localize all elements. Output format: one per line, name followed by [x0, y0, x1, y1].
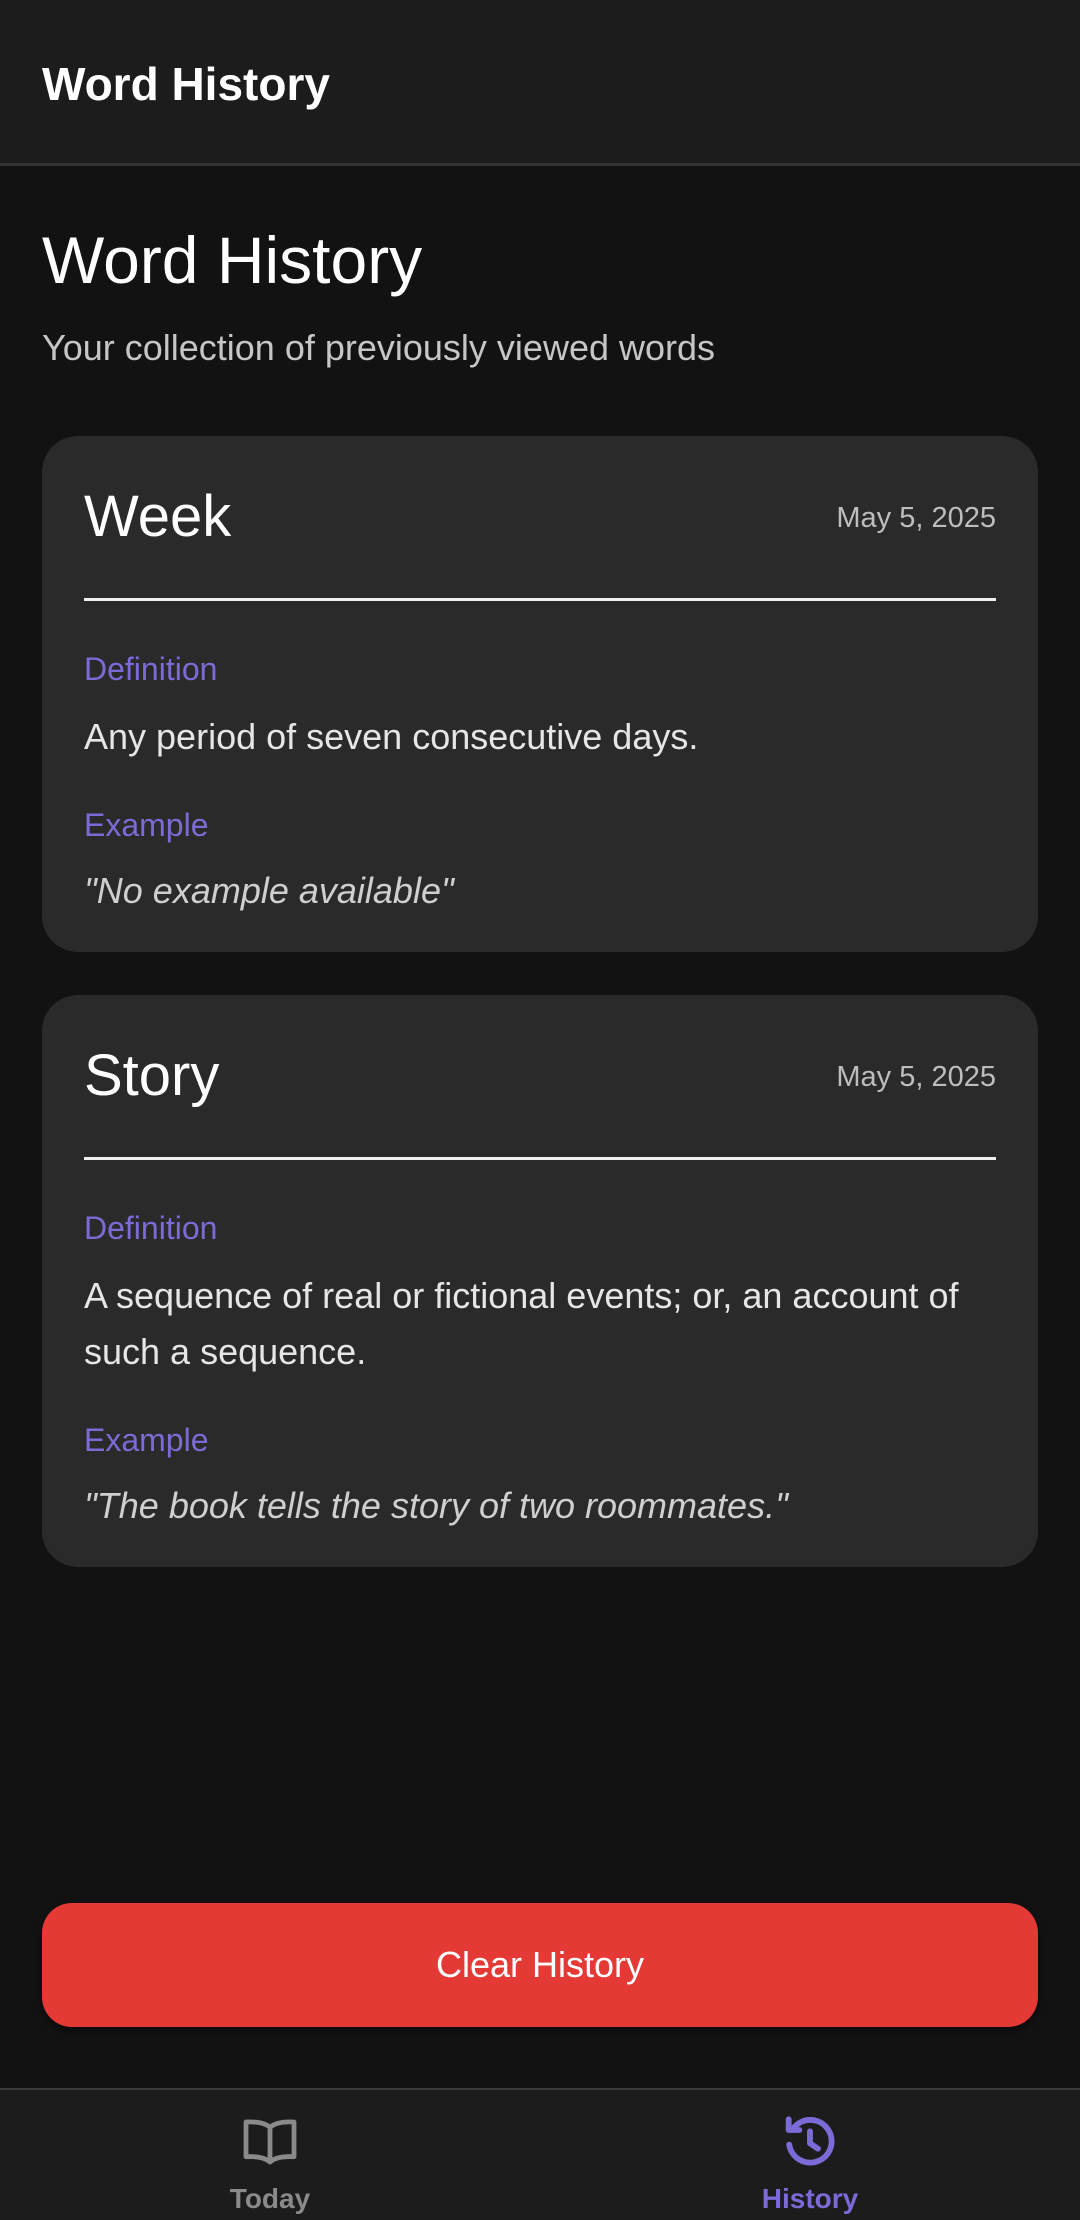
word-date: May 5, 2025: [836, 502, 996, 534]
word-card: Week May 5, 2025 Definition Any period o…: [42, 436, 1038, 952]
app-bar-title: Word History: [42, 58, 330, 110]
book-open-icon: [243, 2119, 297, 2165]
clear-history-button[interactable]: Clear History: [42, 1903, 1038, 2027]
nav-label-history: History: [761, 2183, 859, 2214]
definition-text: A sequence of real or fictional events; …: [84, 1275, 959, 1372]
example-text: "The book tells the story of two roommat…: [84, 1485, 788, 1526]
word-card-header: Week May 5, 2025: [84, 436, 996, 601]
definition-text: Any period of seven consecutive days.: [84, 716, 699, 757]
history-icon: [785, 2116, 835, 2166]
word-card-header: Story May 5, 2025: [84, 995, 996, 1160]
app-bar: Word History: [0, 0, 1080, 166]
definition-label: Definition: [84, 1210, 218, 1246]
example-text: "No example available": [84, 870, 454, 911]
page-title: Word History: [42, 223, 423, 297]
page-subtitle: Your collection of previously viewed wor…: [42, 327, 716, 368]
word-history-screen: Word History Word History Your collectio…: [0, 0, 1080, 2220]
definition-label: Definition: [84, 651, 218, 687]
nav-item-history[interactable]: History: [540, 2090, 1080, 2220]
word-title: Week: [84, 484, 232, 549]
bottom-navigation: Today History: [0, 2088, 1080, 2220]
nav-item-today[interactable]: Today: [0, 2090, 540, 2220]
nav-label-today: Today: [229, 2183, 311, 2214]
word-date: May 5, 2025: [836, 1061, 996, 1093]
word-title: Story: [84, 1043, 220, 1108]
example-label: Example: [84, 807, 209, 843]
word-card: Story May 5, 2025 Definition A sequence …: [42, 995, 1038, 1567]
example-label: Example: [84, 1422, 209, 1458]
